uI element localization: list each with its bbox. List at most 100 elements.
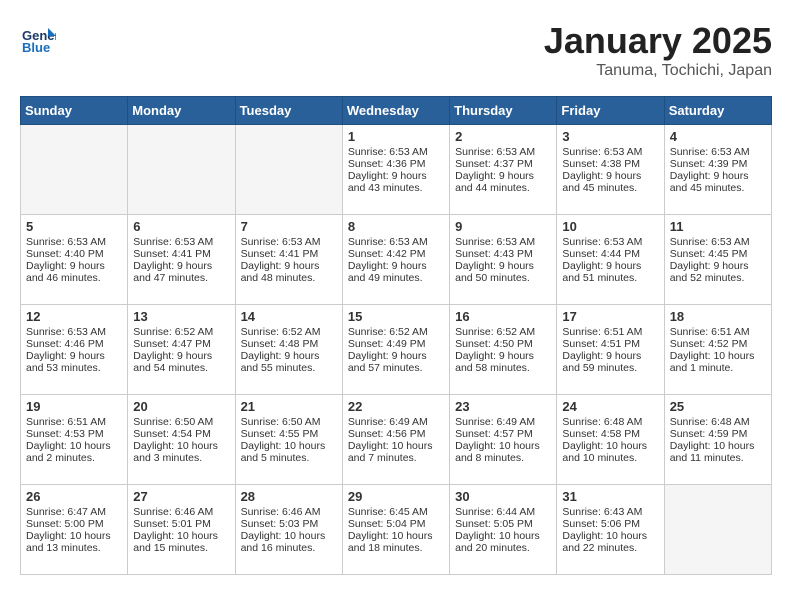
day-info: Sunrise: 6:47 AMSunset: 5:00 PMDaylight:… [26, 506, 111, 554]
day-info: Sunrise: 6:53 AMSunset: 4:36 PMDaylight:… [348, 146, 428, 194]
day-number: 3 [562, 129, 658, 144]
day-number: 2 [455, 129, 551, 144]
header-day: Wednesday [342, 97, 449, 125]
day-number: 11 [670, 219, 766, 234]
day-number: 7 [241, 219, 337, 234]
day-number: 21 [241, 399, 337, 414]
day-info: Sunrise: 6:52 AMSunset: 4:48 PMDaylight:… [241, 326, 321, 374]
day-number: 19 [26, 399, 122, 414]
day-number: 14 [241, 309, 337, 324]
calendar-cell [235, 125, 342, 215]
calendar-cell: 15 Sunrise: 6:52 AMSunset: 4:49 PMDayligh… [342, 305, 449, 395]
calendar-cell: 4Sunrise: 6:53 AMSunset: 4:39 PMDaylight… [664, 125, 771, 215]
calendar-cell: 14 Sunrise: 6:52 AMSunset: 4:48 PMDayligh… [235, 305, 342, 395]
calendar-cell: 6 Sunrise: 6:53 AMSunset: 4:41 PMDaylight… [128, 215, 235, 305]
header-day: Monday [128, 97, 235, 125]
day-info: Sunrise: 6:49 AMSunset: 4:57 PMDaylight:… [455, 416, 540, 464]
calendar-cell: 8Sunrise: 6:53 AMSunset: 4:42 PMDaylight… [342, 215, 449, 305]
calendar-cell: 24 Sunrise: 6:48 AMSunset: 4:58 PMDayligh… [557, 395, 664, 485]
calendar-cell: 21 Sunrise: 6:50 AMSunset: 4:55 PMDayligh… [235, 395, 342, 485]
header-day: Sunday [21, 97, 128, 125]
day-number: 4 [670, 129, 766, 144]
day-info: Sunrise: 6:45 AMSunset: 5:04 PMDaylight:… [348, 506, 433, 554]
day-number: 29 [348, 489, 444, 504]
day-info: Sunrise: 6:53 AMSunset: 4:41 PMDaylight:… [133, 236, 213, 284]
day-info: Sunrise: 6:46 AMSunset: 5:01 PMDaylight:… [133, 506, 218, 554]
calendar-cell [21, 125, 128, 215]
calendar-cell: 17 Sunrise: 6:51 AMSunset: 4:51 PMDayligh… [557, 305, 664, 395]
day-number: 6 [133, 219, 229, 234]
calendar-row: 19 Sunrise: 6:51 AMSunset: 4:53 PMDayligh… [21, 395, 772, 485]
day-number: 5 [26, 219, 122, 234]
day-info: Sunrise: 6:51 AMSunset: 4:51 PMDaylight:… [562, 326, 642, 374]
day-info: Sunrise: 6:51 AMSunset: 4:52 PMDaylight:… [670, 326, 755, 374]
header-row: SundayMondayTuesdayWednesdayThursdayFrid… [21, 97, 772, 125]
calendar-cell: 25Sunrise: 6:48 AMSunset: 4:59 PMDayligh… [664, 395, 771, 485]
calendar-table: SundayMondayTuesdayWednesdayThursdayFrid… [20, 96, 772, 575]
day-info: Sunrise: 6:50 AMSunset: 4:55 PMDaylight:… [241, 416, 326, 464]
day-number: 18 [670, 309, 766, 324]
day-info: Sunrise: 6:46 AMSunset: 5:03 PMDaylight:… [241, 506, 326, 554]
calendar-cell: 16 Sunrise: 6:52 AMSunset: 4:50 PMDayligh… [450, 305, 557, 395]
day-info: Sunrise: 6:52 AMSunset: 4:50 PMDaylight:… [455, 326, 535, 374]
day-info: Sunrise: 6:51 AMSunset: 4:53 PMDaylight:… [26, 416, 111, 464]
day-number: 10 [562, 219, 658, 234]
calendar-cell: 12Sunrise: 6:53 AMSunset: 4:46 PMDayligh… [21, 305, 128, 395]
calendar-cell: 28 Sunrise: 6:46 AMSunset: 5:03 PMDayligh… [235, 485, 342, 575]
day-info: Sunrise: 6:53 AMSunset: 4:40 PMDaylight:… [26, 236, 106, 284]
calendar-cell: 10 Sunrise: 6:53 AMSunset: 4:44 PMDayligh… [557, 215, 664, 305]
month-title: January 2025 [544, 20, 772, 62]
day-info: Sunrise: 6:53 AMSunset: 4:46 PMDaylight:… [26, 326, 106, 374]
calendar-cell: 27 Sunrise: 6:46 AMSunset: 5:01 PMDayligh… [128, 485, 235, 575]
calendar-cell: 3 Sunrise: 6:53 AMSunset: 4:38 PMDaylight… [557, 125, 664, 215]
day-number: 24 [562, 399, 658, 414]
calendar-cell: 11 Sunrise: 6:53 AMSunset: 4:45 PMDayligh… [664, 215, 771, 305]
calendar-cell: 29 Sunrise: 6:45 AMSunset: 5:04 PMDayligh… [342, 485, 449, 575]
calendar-cell: 7Sunrise: 6:53 AMSunset: 4:41 PMDaylight… [235, 215, 342, 305]
day-number: 28 [241, 489, 337, 504]
day-number: 31 [562, 489, 658, 504]
calendar-row: 1 Sunrise: 6:53 AMSunset: 4:36 PMDaylight… [21, 125, 772, 215]
day-info: Sunrise: 6:48 AMSunset: 4:58 PMDaylight:… [562, 416, 647, 464]
calendar-cell: 1 Sunrise: 6:53 AMSunset: 4:36 PMDaylight… [342, 125, 449, 215]
svg-text:Blue: Blue [22, 40, 50, 55]
calendar-cell: 30Sunrise: 6:44 AMSunset: 5:05 PMDayligh… [450, 485, 557, 575]
calendar-row: 5 Sunrise: 6:53 AMSunset: 4:40 PMDaylight… [21, 215, 772, 305]
day-info: Sunrise: 6:53 AMSunset: 4:37 PMDaylight:… [455, 146, 535, 194]
day-info: Sunrise: 6:53 AMSunset: 4:43 PMDaylight:… [455, 236, 535, 284]
calendar-cell: 20 Sunrise: 6:50 AMSunset: 4:54 PMDayligh… [128, 395, 235, 485]
calendar-cell: 2 Sunrise: 6:53 AMSunset: 4:37 PMDaylight… [450, 125, 557, 215]
day-number: 26 [26, 489, 122, 504]
day-info: Sunrise: 6:53 AMSunset: 4:42 PMDaylight:… [348, 236, 428, 284]
day-info: Sunrise: 6:50 AMSunset: 4:54 PMDaylight:… [133, 416, 218, 464]
day-number: 15 [348, 309, 444, 324]
day-number: 1 [348, 129, 444, 144]
day-info: Sunrise: 6:53 AMSunset: 4:45 PMDaylight:… [670, 236, 750, 284]
day-info: Sunrise: 6:52 AMSunset: 4:49 PMDaylight:… [348, 326, 428, 374]
day-info: Sunrise: 6:48 AMSunset: 4:59 PMDaylight:… [670, 416, 755, 464]
location: Tanuma, Tochichi, Japan [544, 62, 772, 80]
day-info: Sunrise: 6:44 AMSunset: 5:05 PMDaylight:… [455, 506, 540, 554]
day-number: 23 [455, 399, 551, 414]
day-number: 9 [455, 219, 551, 234]
calendar-row: 26 Sunrise: 6:47 AMSunset: 5:00 PMDayligh… [21, 485, 772, 575]
day-number: 17 [562, 309, 658, 324]
calendar-cell: 9 Sunrise: 6:53 AMSunset: 4:43 PMDaylight… [450, 215, 557, 305]
day-number: 20 [133, 399, 229, 414]
calendar-row: 12Sunrise: 6:53 AMSunset: 4:46 PMDayligh… [21, 305, 772, 395]
header-day: Tuesday [235, 97, 342, 125]
calendar-cell: 13Sunrise: 6:52 AMSunset: 4:47 PMDayligh… [128, 305, 235, 395]
header-day: Thursday [450, 97, 557, 125]
calendar-cell: 23 Sunrise: 6:49 AMSunset: 4:57 PMDayligh… [450, 395, 557, 485]
page-header: General Blue January 2025 Tanuma, Tochic… [20, 20, 772, 80]
day-number: 22 [348, 399, 444, 414]
day-info: Sunrise: 6:53 AMSunset: 4:44 PMDaylight:… [562, 236, 642, 284]
day-info: Sunrise: 6:49 AMSunset: 4:56 PMDaylight:… [348, 416, 433, 464]
day-number: 27 [133, 489, 229, 504]
day-info: Sunrise: 6:53 AMSunset: 4:38 PMDaylight:… [562, 146, 642, 194]
calendar-cell: 22 Sunrise: 6:49 AMSunset: 4:56 PMDayligh… [342, 395, 449, 485]
day-number: 16 [455, 309, 551, 324]
header-day: Saturday [664, 97, 771, 125]
logo-icon: General Blue [20, 20, 56, 56]
day-info: Sunrise: 6:43 AMSunset: 5:06 PMDaylight:… [562, 506, 647, 554]
